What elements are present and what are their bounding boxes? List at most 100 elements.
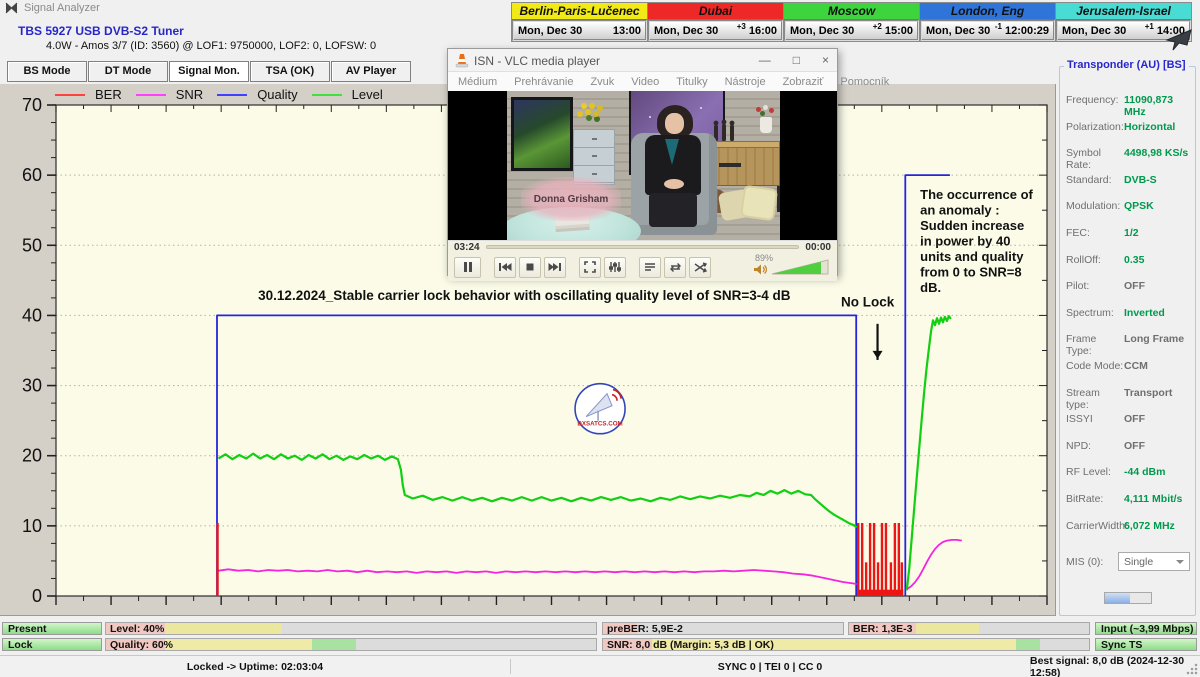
statusbar: Locked -> Uptime: 02:03:04 SYNC 0 | TEI …	[0, 655, 1200, 677]
y-tick-label: 50	[22, 235, 42, 255]
transponder-row-stream-type: Stream type:Transport	[1066, 387, 1190, 414]
status-rows: Present Lock Level: 40% Quality: 60% pre…	[0, 620, 1200, 654]
present-indicator: Present	[2, 622, 102, 635]
vlc-close-button[interactable]: ×	[822, 53, 829, 67]
vlc-menu-video[interactable]: Video	[631, 76, 659, 88]
logo-text: DXSATCS.COM	[577, 421, 622, 428]
vlc-video-area[interactable]: Donna Grisham	[448, 91, 837, 240]
vlc-window-title: ISN - VLC media player	[474, 54, 600, 68]
transponder-row-rf-level: RF Level:-44 dBm	[1066, 466, 1190, 493]
clock-time: 15:00	[885, 25, 913, 37]
vlc-time-current: 03:24	[454, 242, 480, 253]
clock-city: Berlin-Paris-Lučenec	[512, 3, 647, 20]
transponder-row-frame-type: Frame Type:Long Frame	[1066, 333, 1190, 360]
transponder-row-bitrate: BitRate:4,111 Mbit/s	[1066, 493, 1190, 520]
param-label: Modulation:	[1066, 200, 1124, 212]
param-label: Spectrum:	[1066, 307, 1124, 319]
vlc-window: ISN - VLC media player — □ × Médium Prehr…	[447, 48, 838, 276]
tuner-name: TBS 5927 USB DVB-S2 Tuner	[18, 24, 184, 38]
statusbar-sync: SYNC 0 | TEI 0 | CC 0	[510, 656, 1030, 677]
param-label: Symbol Rate:	[1066, 147, 1124, 171]
window-title: Signal Analyzer	[24, 2, 100, 14]
tab-signal-mon[interactable]: Signal Mon.	[169, 61, 249, 82]
studio-flowers	[577, 111, 583, 117]
transponder-row-rolloff: RollOff:0.35	[1066, 254, 1190, 281]
shuffle-button[interactable]	[689, 257, 711, 278]
y-tick-label: 0	[32, 586, 42, 606]
level-bar: Level: 40%	[105, 622, 597, 635]
param-label: NPD:	[1066, 440, 1124, 452]
statusbar-uptime: Locked -> Uptime: 02:03:04	[0, 656, 510, 677]
tab-bs-mode[interactable]: BS Mode	[7, 61, 87, 82]
clock-date: Mon, Dec 30	[654, 25, 737, 37]
transponder-row-issyi: ISSYIOFF	[1066, 413, 1190, 440]
bar-label: SNR: 8,0 dB (Margin: 5,3 dB | OK)	[607, 639, 774, 651]
mode-tabs: BS ModeDT ModeSignal Mon.TSA (OK)AV Play…	[7, 61, 411, 82]
equalizer-button[interactable]	[604, 257, 626, 278]
clock-utc-offset: +1	[1145, 22, 1154, 31]
transponder-row-symbol-rate: Symbol Rate:4498,98 KS/s	[1066, 147, 1190, 174]
bar-label: preBER: 5,9E-2	[607, 623, 683, 635]
transponder-row-carrierwidth: CarrierWidth:6,072 MHz	[1066, 520, 1190, 547]
param-value: 1/2	[1124, 227, 1190, 239]
snr-bar: SNR: 8,0 dB (Margin: 5,3 dB | OK)	[602, 638, 1090, 651]
clock-time-row: Mon, Dec 3013:00	[512, 20, 647, 41]
clock-city: Jerusalem-Israel	[1056, 3, 1191, 20]
vlc-menu-prehr-vanie[interactable]: Prehrávanie	[514, 76, 573, 88]
transponder-row-code-mode: Code Mode:CCM	[1066, 360, 1190, 387]
mis-label: MIS (0):	[1066, 556, 1118, 568]
vlc-menu-titulky[interactable]: Titulky	[676, 76, 707, 88]
vlc-minimize-button[interactable]: —	[759, 53, 771, 67]
param-label: Polarization:	[1066, 121, 1124, 133]
vlc-menu-m-dium[interactable]: Médium	[458, 76, 497, 88]
name-tag: Donna Grisham	[521, 177, 621, 221]
playlist-button[interactable]	[639, 257, 661, 278]
vlc-menu-zvuk[interactable]: Zvuk	[590, 76, 614, 88]
speaker-icon[interactable]	[753, 263, 767, 279]
tab-tsa-ok[interactable]: TSA (OK)	[250, 61, 330, 82]
bar-fill-segments	[106, 639, 596, 650]
y-tick-label: 10	[22, 516, 42, 536]
transponder-row-npd: NPD:OFF	[1066, 440, 1190, 467]
next-button[interactable]	[544, 257, 566, 278]
vlc-menu-n-stroje[interactable]: Nástroje	[725, 76, 766, 88]
clock-city: Dubai	[648, 3, 783, 20]
vlc-controls: 89%	[448, 253, 837, 281]
vlc-seek-slider[interactable]	[486, 245, 800, 249]
annotation-title: 30.12.2024_Stable carrier lock behavior …	[258, 288, 791, 303]
plane-icon	[1163, 28, 1193, 55]
param-value: Inverted	[1124, 307, 1190, 319]
transponder-row-pilot: Pilot:OFF	[1066, 280, 1190, 307]
y-tick-label: 70	[22, 95, 42, 115]
pause-button[interactable]	[454, 257, 481, 278]
fullscreen-button[interactable]	[579, 257, 601, 278]
vlc-titlebar[interactable]: ISN - VLC media player — □ ×	[448, 49, 837, 72]
transponder-row-standard: Standard:DVB-S	[1066, 174, 1190, 201]
previous-button[interactable]	[494, 257, 516, 278]
chevron-down-icon	[1176, 560, 1184, 564]
vlc-maximize-button[interactable]: □	[793, 53, 800, 67]
dxsatcs-logo: DXSATCS.COM	[575, 384, 625, 434]
param-value: Horizontal	[1124, 121, 1190, 133]
mini-progress	[1104, 592, 1152, 604]
vlc-seek-row: 03:24 00:00	[448, 240, 837, 253]
volume-slider[interactable]	[771, 258, 829, 279]
stop-button[interactable]	[519, 257, 541, 278]
vlc-menu-pomocn-k[interactable]: Pomocník	[840, 76, 889, 88]
ber-bar: BER: 1,3E-3	[848, 622, 1090, 635]
clock-time-row: Mon, Dec 30+316:00	[648, 20, 783, 41]
resize-grip[interactable]	[1186, 663, 1198, 675]
clock-utc-offset: +3	[737, 22, 746, 31]
bar-label: Quality: 60%	[110, 639, 173, 651]
transponder-title: Transponder (AU) [BS]	[1064, 59, 1189, 71]
vlc-menu-zobrazi[interactable]: Zobraziť	[783, 76, 824, 88]
transponder-row-spectrum: Spectrum:Inverted	[1066, 307, 1190, 334]
param-label: Pilot:	[1066, 280, 1124, 292]
tab-dt-mode[interactable]: DT Mode	[88, 61, 168, 82]
bar-fill-segments	[106, 623, 596, 634]
loop-button[interactable]	[664, 257, 686, 278]
param-value: OFF	[1124, 440, 1190, 452]
mis-select[interactable]: Single	[1118, 552, 1190, 571]
tab-av-player[interactable]: AV Player	[331, 61, 411, 82]
video-frame: Donna Grisham	[507, 91, 780, 240]
